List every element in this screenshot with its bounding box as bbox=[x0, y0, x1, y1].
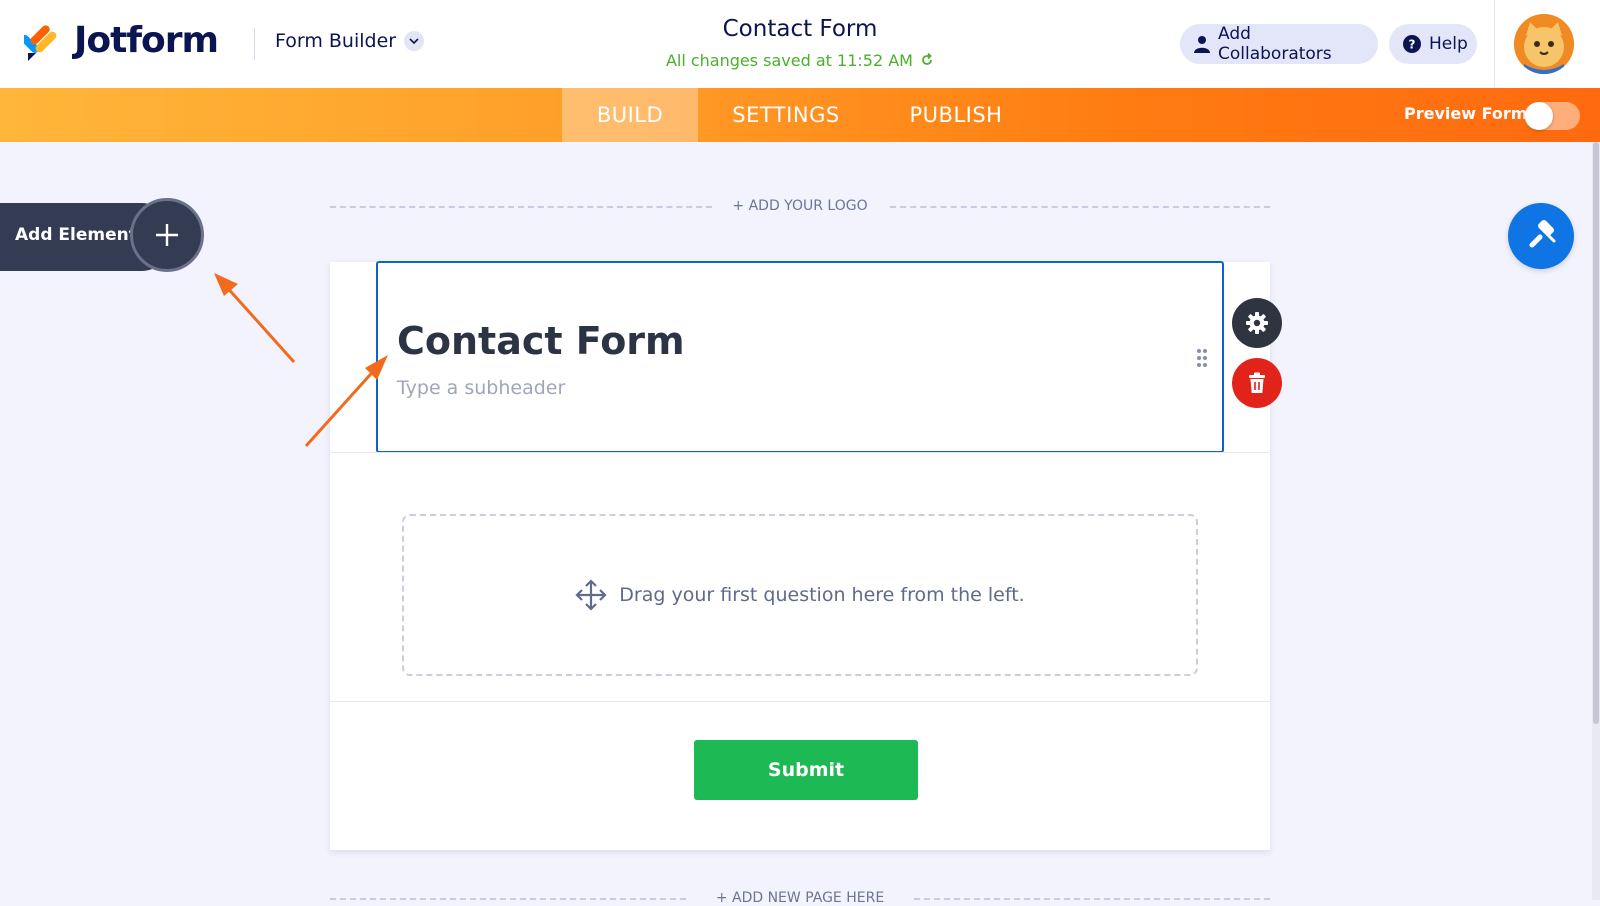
annotation-arrow-add-element bbox=[214, 273, 296, 364]
annotation-arrow-form-header bbox=[304, 355, 388, 448]
annotation-arrows bbox=[214, 273, 388, 448]
